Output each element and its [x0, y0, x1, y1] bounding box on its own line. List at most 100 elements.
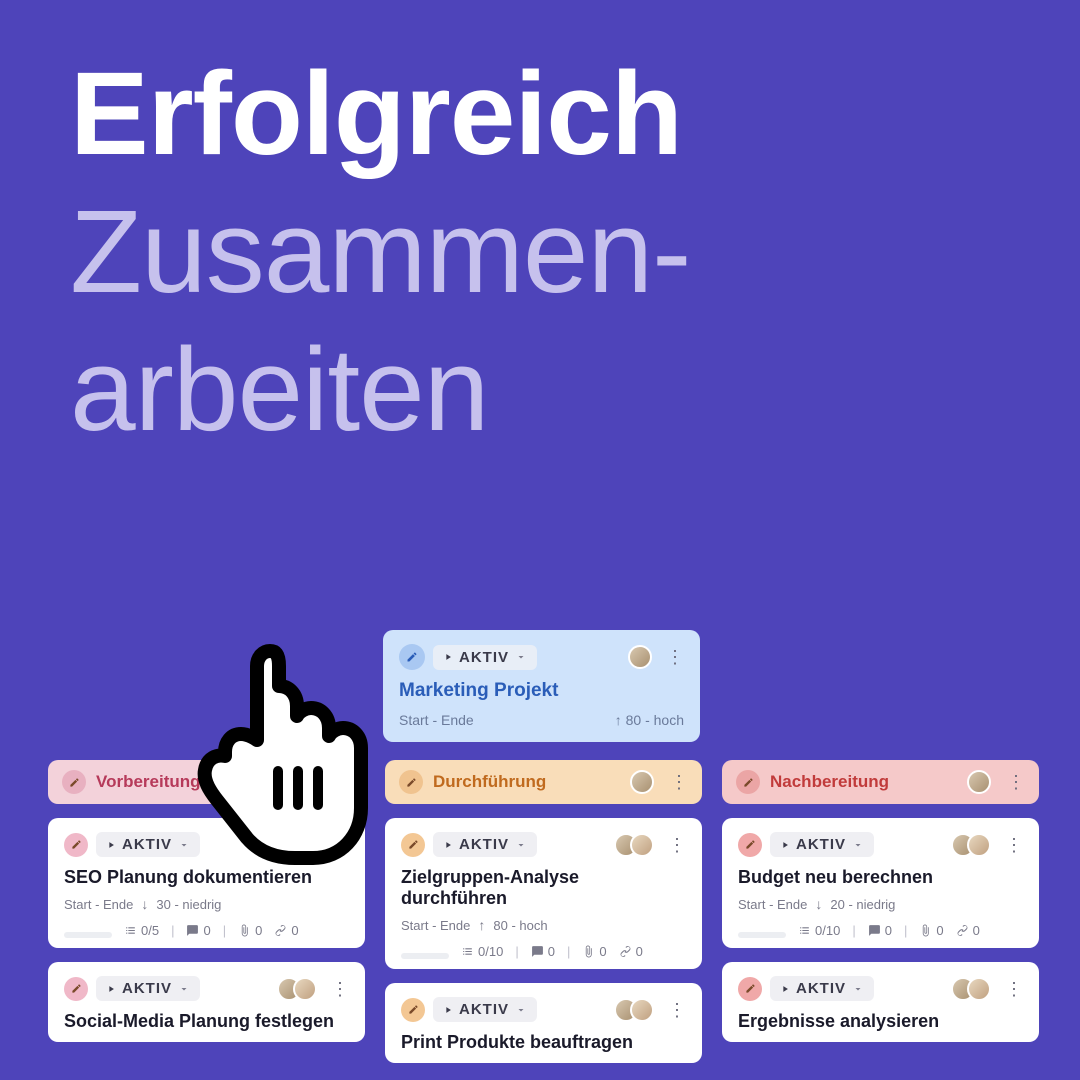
- edit-icon[interactable]: [736, 770, 760, 794]
- status-pill[interactable]: AKTIV: [770, 832, 874, 857]
- card-title: Ergebnisse analysieren: [738, 1011, 1023, 1032]
- priority: 80 - hoch: [493, 918, 547, 933]
- status-pill[interactable]: AKTIV: [433, 997, 537, 1022]
- avatar-stack[interactable]: [951, 977, 991, 1001]
- priority-arrow-icon: ↑: [478, 917, 485, 933]
- play-icon: [106, 984, 116, 994]
- headline-line1: Erfolgreich: [70, 50, 1010, 180]
- chevron-down-icon: [178, 983, 190, 995]
- task-card[interactable]: AKTIV ⋮ Budget neu berechnen Start - Ende ↓ 2…: [722, 818, 1039, 948]
- links-count[interactable]: 0: [619, 944, 643, 959]
- edit-icon[interactable]: [64, 977, 88, 1001]
- task-card[interactable]: AKTIV⋮Print Produkte beauftragen: [385, 983, 702, 1063]
- status-pill[interactable]: AKTIV: [96, 976, 200, 1001]
- comments-count[interactable]: 0: [868, 923, 892, 938]
- priority: 20 - niedrig: [830, 897, 895, 912]
- task-card[interactable]: AKTIV ⋮ Ergebnisse analysieren: [722, 962, 1039, 1042]
- avatar[interactable]: [630, 998, 654, 1022]
- column-title: Nachbereitung: [770, 772, 957, 792]
- links-count[interactable]: 0: [274, 923, 298, 938]
- edit-icon[interactable]: [62, 770, 86, 794]
- edit-icon[interactable]: [401, 998, 425, 1022]
- status-label: AKTIV: [459, 1001, 509, 1018]
- card-title: Zielgruppen-Analyse durchführen: [401, 867, 686, 909]
- progress-bar: [64, 932, 112, 938]
- attachments-count[interactable]: 0: [919, 923, 943, 938]
- priority-arrow-icon: ↓: [815, 896, 822, 912]
- avatar-stack[interactable]: [614, 998, 654, 1022]
- column-title: Durchführung: [433, 772, 620, 792]
- play-icon: [780, 840, 790, 850]
- task-card[interactable]: AKTIV ⋮ Zielgruppen-Analyse durchführen Sta…: [385, 818, 702, 969]
- status-label: AKTIV: [796, 836, 846, 853]
- checklist-count[interactable]: 0/10: [461, 944, 503, 959]
- column-header[interactable]: Durchführung ⋮: [385, 760, 702, 804]
- progress-bar: [401, 953, 449, 959]
- priority-arrow-icon: ↓: [141, 896, 148, 912]
- avatar[interactable]: [967, 977, 991, 1001]
- comments-count[interactable]: 0: [186, 923, 210, 938]
- more-icon[interactable]: ⋮: [668, 1001, 686, 1019]
- priority: ↑ 80 - hoch: [615, 712, 684, 728]
- more-icon[interactable]: ⋮: [331, 980, 349, 998]
- project-card[interactable]: AKTIV ⋮ Marketing Projekt Start - Ende ↑…: [383, 630, 700, 742]
- status-label: AKTIV: [459, 836, 509, 853]
- column-durchfuehrung: Durchführung ⋮ AKTIV ⋮ Zielgruppen-Analyse d…: [385, 760, 702, 1063]
- checklist-count[interactable]: 0/5: [124, 923, 159, 938]
- column-nachbereitung: Nachbereitung ⋮ AKTIV ⋮ Budget neu berechnen…: [722, 760, 1039, 1063]
- more-icon[interactable]: ⋮: [666, 648, 684, 666]
- chevron-down-icon: [852, 983, 864, 995]
- date-range: Start - Ende: [64, 897, 133, 912]
- headline-line2: Zusammen-: [70, 188, 1010, 318]
- attachments-count[interactable]: 0: [582, 944, 606, 959]
- more-icon[interactable]: ⋮: [1007, 773, 1025, 791]
- card-title: Social-Media Planung festlegen: [64, 1011, 349, 1032]
- status-label: AKTIV: [122, 980, 172, 997]
- chevron-down-icon: [515, 839, 527, 851]
- chevron-down-icon: [515, 1004, 527, 1016]
- avatar-stack[interactable]: [951, 833, 991, 857]
- links-count[interactable]: 0: [956, 923, 980, 938]
- play-icon: [443, 652, 453, 662]
- edit-icon[interactable]: [738, 977, 762, 1001]
- task-card[interactable]: AKTIV ⋮ Social-Media Planung festlegen: [48, 962, 365, 1042]
- comments-count[interactable]: 0: [531, 944, 555, 959]
- checklist-count[interactable]: 0/10: [798, 923, 840, 938]
- date-range: Start - Ende: [738, 897, 807, 912]
- status-pill[interactable]: AKTIV: [433, 645, 537, 670]
- status-label: AKTIV: [796, 980, 846, 997]
- play-icon: [106, 840, 116, 850]
- more-icon[interactable]: ⋮: [670, 773, 688, 791]
- status-label: AKTIV: [122, 836, 172, 853]
- avatar[interactable]: [630, 833, 654, 857]
- more-icon[interactable]: ⋮: [1005, 980, 1023, 998]
- play-icon: [443, 1005, 453, 1015]
- avatar[interactable]: [293, 977, 317, 1001]
- more-icon[interactable]: ⋮: [1005, 836, 1023, 854]
- chevron-down-icon: [515, 651, 527, 663]
- play-icon: [443, 840, 453, 850]
- date-range: Start - Ende: [399, 712, 474, 728]
- edit-icon[interactable]: [399, 644, 425, 670]
- avatar-stack[interactable]: [277, 977, 317, 1001]
- date-range: Start - Ende: [401, 918, 470, 933]
- status-pill[interactable]: AKTIV: [433, 832, 537, 857]
- edit-icon[interactable]: [738, 833, 762, 857]
- edit-icon[interactable]: [401, 833, 425, 857]
- more-icon[interactable]: ⋮: [668, 836, 686, 854]
- priority: 30 - niedrig: [156, 897, 221, 912]
- avatar[interactable]: [628, 645, 652, 669]
- status-pill[interactable]: AKTIV: [770, 976, 874, 1001]
- avatar-stack[interactable]: [614, 833, 654, 857]
- card-title: Budget neu berechnen: [738, 867, 1023, 888]
- chevron-down-icon: [852, 839, 864, 851]
- attachments-count[interactable]: 0: [238, 923, 262, 938]
- column-header[interactable]: Nachbereitung ⋮: [722, 760, 1039, 804]
- card-title: SEO Planung dokumentieren: [64, 867, 349, 888]
- avatar[interactable]: [967, 770, 991, 794]
- avatar[interactable]: [967, 833, 991, 857]
- edit-icon[interactable]: [399, 770, 423, 794]
- edit-icon[interactable]: [64, 833, 88, 857]
- project-title[interactable]: Marketing Projekt: [399, 680, 684, 702]
- avatar[interactable]: [630, 770, 654, 794]
